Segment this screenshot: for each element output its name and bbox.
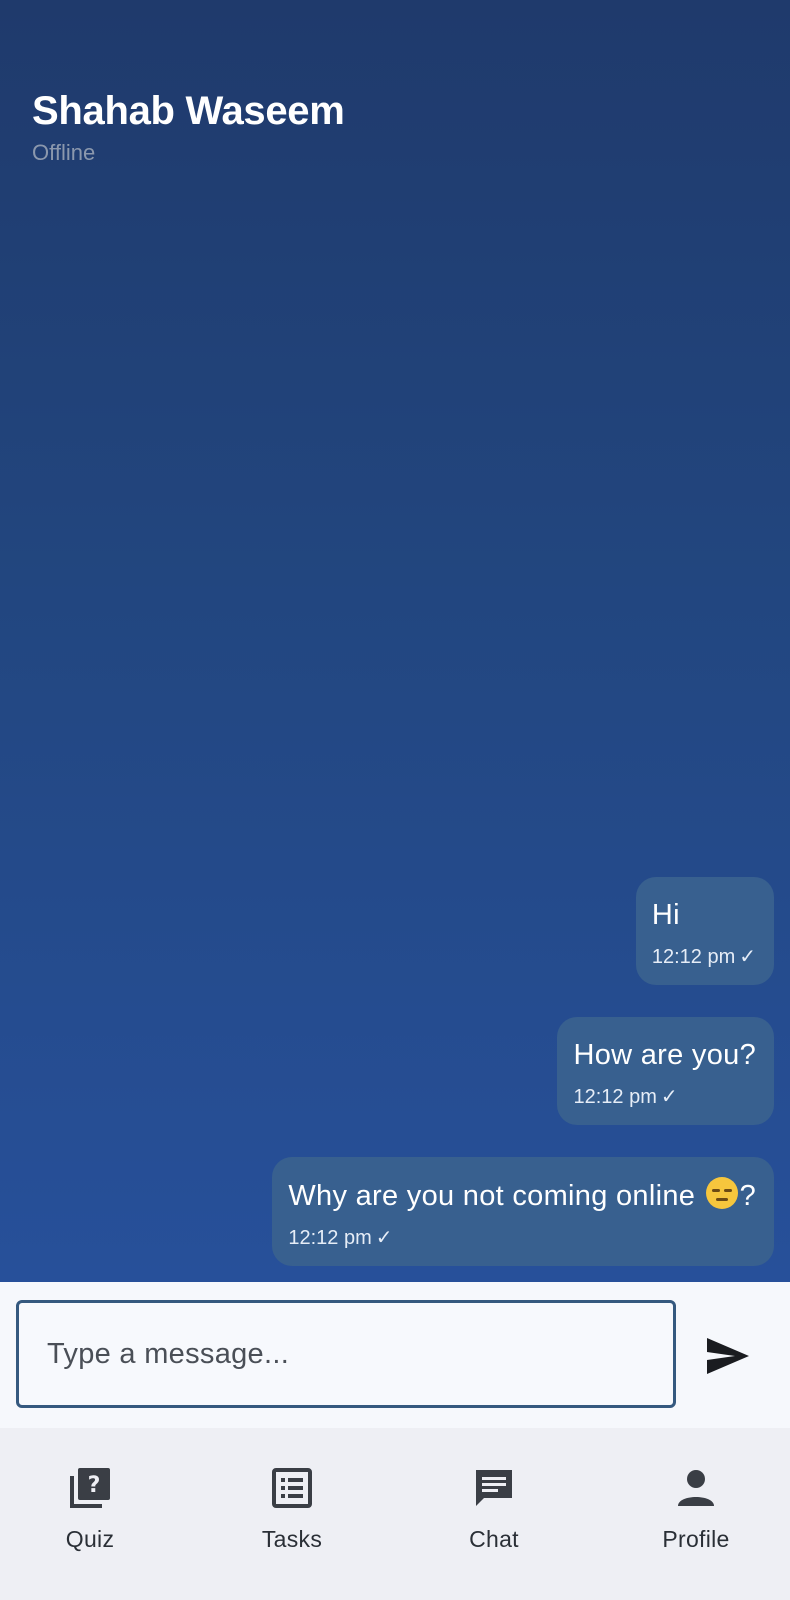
message-meta: 12:12 pm ✓ bbox=[652, 943, 756, 971]
nav-label: Chat bbox=[469, 1526, 519, 1552]
svg-text:?: ? bbox=[88, 1473, 101, 1498]
message-bubble[interactable]: How are you? 12:12 pm ✓ bbox=[557, 1017, 774, 1125]
send-icon bbox=[707, 1338, 749, 1374]
message-time: 12:12 pm bbox=[288, 1227, 372, 1249]
contact-status: Offline bbox=[32, 140, 96, 165]
message-input[interactable] bbox=[16, 1300, 676, 1408]
bottom-navigation: ? Quiz Tasks Chat Profile bbox=[0, 1428, 790, 1600]
contact-name: Shahab Waseem bbox=[32, 89, 345, 133]
message-time: 12:12 pm bbox=[573, 1086, 657, 1108]
sent-check-icon: ✓ bbox=[739, 946, 756, 968]
nav-label: Quiz bbox=[65, 1526, 115, 1552]
message-time: 12:12 pm bbox=[651, 946, 736, 968]
nav-item-profile[interactable]: Profile bbox=[616, 1464, 776, 1554]
message-text-part: Why are you not coming online bbox=[288, 1180, 704, 1212]
message-composer bbox=[0, 1282, 790, 1428]
nav-label: Tasks bbox=[261, 1526, 323, 1552]
nav-label: Profile bbox=[662, 1526, 730, 1552]
quiz-icon: ? bbox=[66, 1464, 114, 1512]
nav-item-tasks[interactable]: Tasks bbox=[212, 1464, 372, 1554]
pensive-face-emoji bbox=[705, 1177, 738, 1209]
message-text-part: ? bbox=[739, 1180, 756, 1212]
send-button[interactable] bbox=[700, 1328, 756, 1384]
message-bubble[interactable]: Hi 12:12 pm ✓ bbox=[635, 877, 774, 985]
chat-icon bbox=[470, 1464, 518, 1512]
message-list: Hi 12:12 pm ✓ How are you? 12:12 pm ✓ Why … bbox=[272, 877, 774, 1266]
person-icon bbox=[672, 1464, 720, 1512]
message-text: Why are you not coming online ? bbox=[288, 1177, 756, 1214]
chat-header: Shahab Waseem Offline bbox=[32, 86, 345, 168]
chat-area[interactable]: Shahab Waseem Offline Hi 12:12 pm ✓ How a… bbox=[0, 0, 790, 1282]
nav-item-chat[interactable]: Chat bbox=[414, 1464, 574, 1554]
message-meta: 12:12 pm ✓ bbox=[288, 1224, 756, 1252]
message-meta: 12:12 pm ✓ bbox=[573, 1083, 756, 1111]
message-text: Hi bbox=[651, 899, 680, 931]
message-text: How are you? bbox=[573, 1039, 756, 1071]
sent-check-icon: ✓ bbox=[375, 1227, 393, 1249]
message-bubble[interactable]: Why are you not coming online ? 12:12 pm… bbox=[272, 1157, 774, 1266]
sent-check-icon: ✓ bbox=[660, 1086, 678, 1108]
nav-item-quiz[interactable]: ? Quiz bbox=[10, 1464, 170, 1554]
list-icon bbox=[268, 1464, 316, 1512]
